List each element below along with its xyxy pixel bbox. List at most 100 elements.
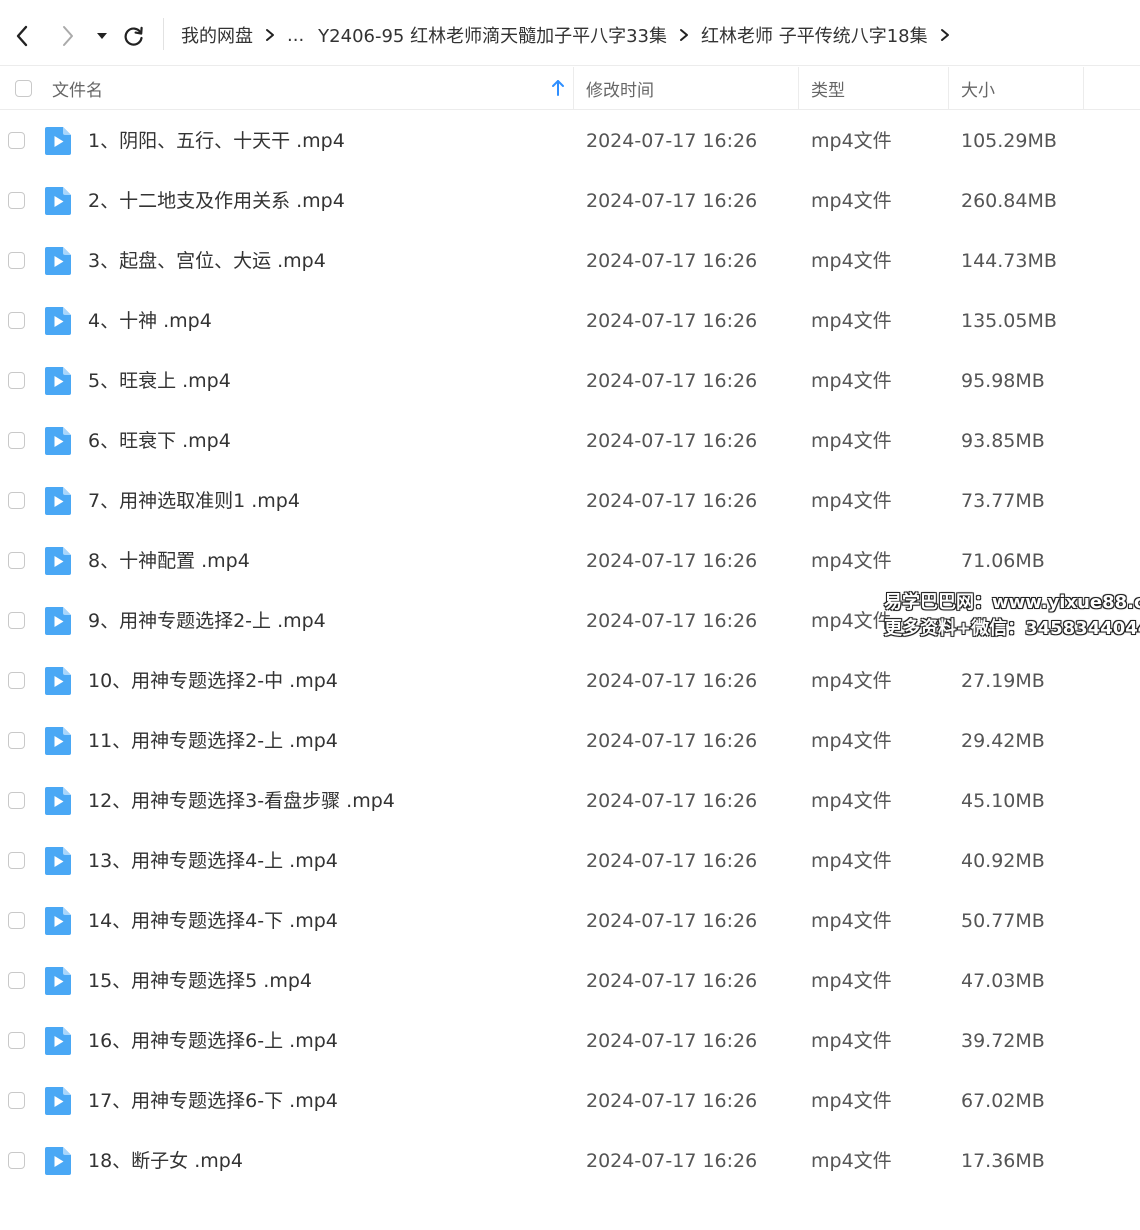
table-row[interactable]: 4、十神 .mp4 2024-07-17 16:26 mp4文件 135.05M… <box>0 291 1140 351</box>
file-modified: 2024-07-17 16:26 <box>586 190 758 212</box>
file-size: 50.77MB <box>961 910 1045 932</box>
video-file-icon <box>45 607 71 635</box>
table-row[interactable]: 1、阴阳、五行、十天干 .mp4 2024-07-17 16:26 mp4文件 … <box>0 111 1140 171</box>
sort-arrow-up-icon[interactable] <box>551 67 565 109</box>
row-checkbox[interactable] <box>8 192 25 209</box>
row-checkbox[interactable] <box>8 672 25 689</box>
row-checkbox[interactable] <box>8 312 25 329</box>
breadcrumb-item-home[interactable]: 我的网盘 <box>181 22 253 48</box>
video-file-icon <box>45 247 71 275</box>
file-name[interactable]: 3、起盘、宫位、大运 .mp4 <box>88 231 326 291</box>
file-size: 73.77MB <box>961 490 1045 512</box>
history-dropdown[interactable] <box>89 22 115 50</box>
row-checkbox[interactable] <box>8 552 25 569</box>
table-row[interactable]: 14、用神专题选择4-下 .mp4 2024-07-17 16:26 mp4文件… <box>0 891 1140 951</box>
row-checkbox[interactable] <box>8 1152 25 1169</box>
watermark: 易学巴巴网：www.yixue88.cn 更多资料+微信：3458344044 <box>884 590 1140 642</box>
row-checkbox[interactable] <box>8 912 25 929</box>
back-button[interactable] <box>8 22 36 50</box>
file-modified: 2024-07-17 16:26 <box>586 1090 758 1112</box>
breadcrumb: 我的网盘 ... Y2406-95 红林老师滴天髓加子平八字33集 红林老师 子… <box>181 20 962 50</box>
file-modified: 2024-07-17 16:26 <box>586 850 758 872</box>
column-header-type[interactable]: 类型 <box>811 67 845 109</box>
file-name[interactable]: 8、十神配置 .mp4 <box>88 531 250 591</box>
file-name[interactable]: 2、十二地支及作用关系 .mp4 <box>88 171 345 231</box>
file-name[interactable]: 7、用神选取准则1 .mp4 <box>88 471 300 531</box>
table-row[interactable]: 13、用神专题选择4-上 .mp4 2024-07-17 16:26 mp4文件… <box>0 831 1140 891</box>
row-checkbox[interactable] <box>8 792 25 809</box>
video-file-icon <box>45 967 71 995</box>
row-checkbox[interactable] <box>8 252 25 269</box>
file-name[interactable]: 9、用神专题选择2-上 .mp4 <box>88 591 326 651</box>
column-divider[interactable] <box>948 67 949 109</box>
file-size: 27.19MB <box>961 670 1045 692</box>
file-type: mp4文件 <box>811 250 892 272</box>
table-row[interactable]: 6、旺衰下 .mp4 2024-07-17 16:26 mp4文件 93.85M… <box>0 411 1140 471</box>
table-row[interactable]: 11、用神专题选择2-上 .mp4 2024-07-17 16:26 mp4文件… <box>0 711 1140 771</box>
table-row[interactable]: 8、十神配置 .mp4 2024-07-17 16:26 mp4文件 71.06… <box>0 531 1140 591</box>
file-type: mp4文件 <box>811 310 892 332</box>
file-size: 71.06MB <box>961 550 1045 572</box>
file-type: mp4文件 <box>811 1090 892 1112</box>
file-name[interactable]: 14、用神专题选择4-下 .mp4 <box>88 891 338 951</box>
table-row[interactable]: 15、用神专题选择5 .mp4 2024-07-17 16:26 mp4文件 4… <box>0 951 1140 1011</box>
row-checkbox[interactable] <box>8 972 25 989</box>
forward-button[interactable] <box>54 22 82 50</box>
row-checkbox[interactable] <box>8 372 25 389</box>
file-name[interactable]: 12、用神专题选择3-看盘步骤 .mp4 <box>88 771 395 831</box>
refresh-button[interactable] <box>120 22 148 50</box>
breadcrumb-item-parent[interactable]: Y2406-95 红林老师滴天髓加子平八字33集 <box>318 22 667 48</box>
file-name[interactable]: 17、用神专题选择6-下 .mp4 <box>88 1071 338 1131</box>
column-header-name[interactable]: 文件名 <box>52 67 103 109</box>
table-row[interactable]: 10、用神专题选择2-中 .mp4 2024-07-17 16:26 mp4文件… <box>0 651 1140 711</box>
video-file-icon <box>45 427 71 455</box>
file-name[interactable]: 15、用神专题选择5 .mp4 <box>88 951 312 1011</box>
file-name[interactable]: 1、阴阳、五行、十天干 .mp4 <box>88 111 345 171</box>
row-checkbox[interactable] <box>8 612 25 629</box>
file-name[interactable]: 4、十神 .mp4 <box>88 291 212 351</box>
table-row[interactable]: 2、十二地支及作用关系 .mp4 2024-07-17 16:26 mp4文件 … <box>0 171 1140 231</box>
file-size: 67.02MB <box>961 1090 1045 1112</box>
table-row[interactable]: 12、用神专题选择3-看盘步骤 .mp4 2024-07-17 16:26 mp… <box>0 771 1140 831</box>
column-divider[interactable] <box>573 67 574 109</box>
file-type: mp4文件 <box>811 130 892 152</box>
video-file-icon <box>45 847 71 875</box>
file-name[interactable]: 6、旺衰下 .mp4 <box>88 411 231 471</box>
row-checkbox[interactable] <box>8 852 25 869</box>
file-name[interactable]: 18、断子女 .mp4 <box>88 1131 243 1191</box>
file-name[interactable]: 13、用神专题选择4-上 .mp4 <box>88 831 338 891</box>
row-checkbox[interactable] <box>8 732 25 749</box>
table-row[interactable]: 16、用神专题选择6-上 .mp4 2024-07-17 16:26 mp4文件… <box>0 1011 1140 1071</box>
video-file-icon <box>45 1087 71 1115</box>
file-type: mp4文件 <box>811 970 892 992</box>
column-header-size[interactable]: 大小 <box>961 67 995 109</box>
caret-down-icon <box>97 33 107 39</box>
column-divider[interactable] <box>1083 67 1084 109</box>
table-row[interactable]: 17、用神专题选择6-下 .mp4 2024-07-17 16:26 mp4文件… <box>0 1071 1140 1131</box>
file-name[interactable]: 11、用神专题选择2-上 .mp4 <box>88 711 338 771</box>
toolbar-divider <box>163 18 164 50</box>
table-row[interactable]: 7、用神选取准则1 .mp4 2024-07-17 16:26 mp4文件 73… <box>0 471 1140 531</box>
row-checkbox[interactable] <box>8 1092 25 1109</box>
video-file-icon <box>45 787 71 815</box>
table-row[interactable]: 18、断子女 .mp4 2024-07-17 16:26 mp4文件 17.36… <box>0 1131 1140 1191</box>
video-file-icon <box>45 367 71 395</box>
row-checkbox[interactable] <box>8 432 25 449</box>
breadcrumb-item-ellipsis[interactable]: ... <box>287 25 304 46</box>
column-divider[interactable] <box>798 67 799 109</box>
file-name[interactable]: 5、旺衰上 .mp4 <box>88 351 231 411</box>
row-checkbox[interactable] <box>8 132 25 149</box>
row-checkbox[interactable] <box>8 492 25 509</box>
breadcrumb-item-current[interactable]: 红林老师 子平传统八字18集 <box>701 22 928 48</box>
checkbox[interactable] <box>15 79 32 97</box>
file-name[interactable]: 16、用神专题选择6-上 .mp4 <box>88 1011 338 1071</box>
chevron-right-icon[interactable] <box>940 28 950 42</box>
video-file-icon <box>45 667 71 695</box>
row-checkbox[interactable] <box>8 1032 25 1049</box>
file-name[interactable]: 10、用神专题选择2-中 .mp4 <box>88 651 338 711</box>
table-row[interactable]: 3、起盘、宫位、大运 .mp4 2024-07-17 16:26 mp4文件 1… <box>0 231 1140 291</box>
select-all-checkbox[interactable] <box>15 67 32 109</box>
file-type: mp4文件 <box>811 550 892 572</box>
column-header-modified[interactable]: 修改时间 <box>586 67 654 109</box>
table-row[interactable]: 5、旺衰上 .mp4 2024-07-17 16:26 mp4文件 95.98M… <box>0 351 1140 411</box>
